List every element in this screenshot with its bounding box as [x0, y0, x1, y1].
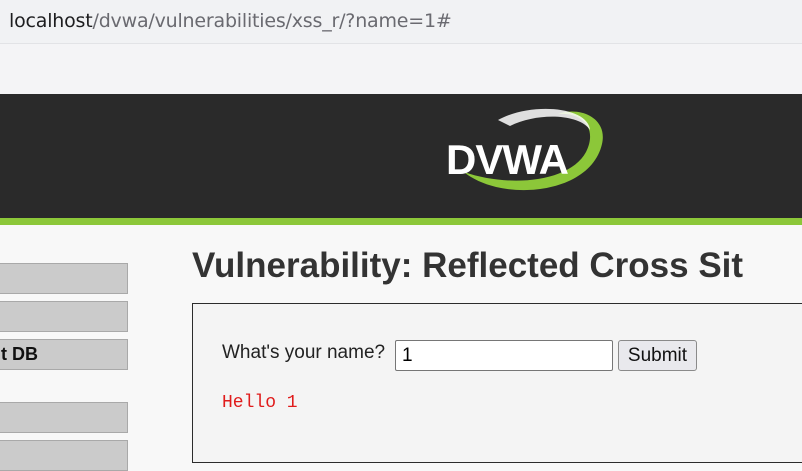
page-title: Vulnerability: Reflected Cross Sit	[192, 246, 744, 285]
dvwa-logo: DVWA	[440, 104, 610, 194]
sidebar-item-sqli-blind[interactable]: t DB	[0, 339, 128, 370]
reflected-output: Hello 1	[222, 393, 298, 413]
url-path: /dvwa/vulnerabilities/xss_r/?name=1#	[92, 10, 452, 32]
sidebar-item-2[interactable]	[0, 301, 128, 332]
sidebar-menu: t DB	[0, 225, 140, 471]
sidebar-item-5[interactable]	[0, 440, 128, 471]
url-text[interactable]: localhost/dvwa/vulnerabilities/xss_r/?na…	[9, 8, 452, 34]
name-input[interactable]	[395, 340, 613, 371]
browser-toolbar	[0, 44, 802, 94]
address-bar[interactable]: localhost/dvwa/vulnerabilities/xss_r/?na…	[0, 0, 802, 44]
url-host: localhost	[9, 10, 93, 32]
page-header	[0, 94, 802, 218]
submit-button[interactable]: Submit	[618, 340, 697, 371]
sidebar-item-4[interactable]	[0, 402, 128, 433]
vulnerable-code-area	[192, 303, 802, 463]
logo-text: DVWA	[446, 136, 569, 183]
sidebar-item-1[interactable]	[0, 263, 128, 294]
header-accent-rule	[0, 218, 802, 225]
sidebar-item-label: t DB	[1, 344, 38, 364]
name-label: What's your name?	[222, 342, 386, 363]
